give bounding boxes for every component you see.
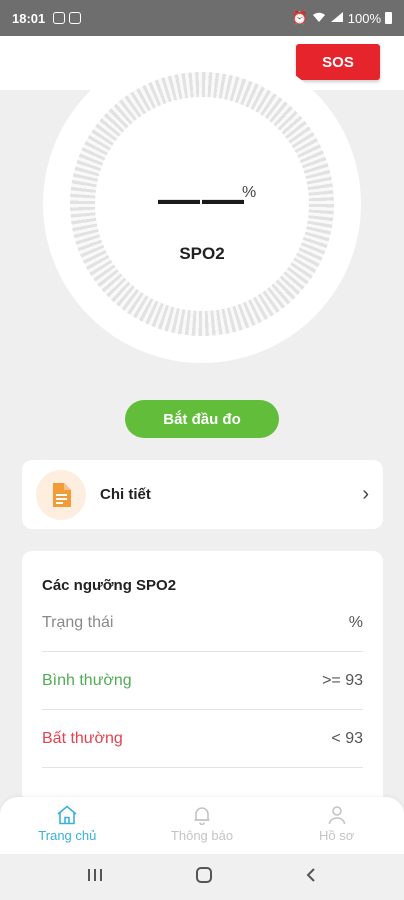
- spo2-label: SPO2: [179, 244, 225, 263]
- sos-button[interactable]: SOS: [296, 44, 380, 80]
- start-measure-button[interactable]: Bắt đầu đo: [125, 400, 279, 438]
- threshold-row-status: Trạng thái %: [42, 594, 363, 652]
- threshold-label: Trạng thái: [42, 613, 114, 631]
- threshold-value: >= 93: [322, 671, 363, 689]
- home-icon: [57, 805, 77, 825]
- threshold-label: Bình thường: [42, 671, 132, 689]
- threshold-row-normal: Bình thường >= 93: [42, 652, 363, 710]
- status-bar: 18:01 ⏰ 100%: [0, 0, 404, 36]
- nav-home-label: Trang chủ: [38, 828, 97, 843]
- threshold-row-abnormal: Bất thường < 93: [42, 710, 363, 768]
- battery-icon: [385, 12, 392, 24]
- nav-home[interactable]: Trang chủ: [0, 797, 135, 854]
- threshold-value: < 93: [331, 729, 363, 747]
- nav-profile-label: Hồ sơ: [319, 828, 355, 843]
- app-notification-icon-2: [69, 12, 82, 24]
- bottom-nav: Trang chủ Thông báo Hồ sơ: [0, 797, 404, 854]
- system-nav-bar: [0, 854, 404, 900]
- app-notification-icon: [53, 12, 66, 24]
- chevron-right-icon: ›: [362, 483, 369, 505]
- status-right: ⏰ 100%: [292, 10, 392, 26]
- nav-notifications[interactable]: Thông báo: [135, 797, 270, 854]
- notification-icons: [53, 12, 82, 24]
- document-icon: [53, 482, 71, 507]
- threshold-value: %: [348, 613, 363, 631]
- detail-label: Chi tiết: [100, 486, 151, 503]
- spo2-value: ——: [158, 175, 246, 222]
- document-icon-circle: [36, 469, 86, 520]
- home-button-icon[interactable]: [195, 866, 213, 889]
- bell-icon: [194, 807, 210, 825]
- battery-percent: 100%: [347, 10, 381, 26]
- wifi-icon: [312, 11, 326, 26]
- signal-icon: [330, 11, 344, 26]
- status-time: 18:01: [12, 10, 46, 26]
- recents-icon[interactable]: [86, 868, 104, 887]
- user-icon: [328, 806, 345, 825]
- back-icon[interactable]: [304, 867, 318, 888]
- nav-notifications-label: Thông báo: [170, 828, 234, 843]
- alarm-icon: ⏰: [291, 10, 308, 25]
- threshold-label: Bất thường: [42, 729, 123, 747]
- nav-profile[interactable]: Hồ sơ: [269, 797, 404, 854]
- thresholds-title: Các ngưỡng SPO2: [42, 577, 177, 594]
- detail-card[interactable]: Chi tiết ›: [22, 460, 383, 529]
- spo2-unit: %: [242, 184, 257, 201]
